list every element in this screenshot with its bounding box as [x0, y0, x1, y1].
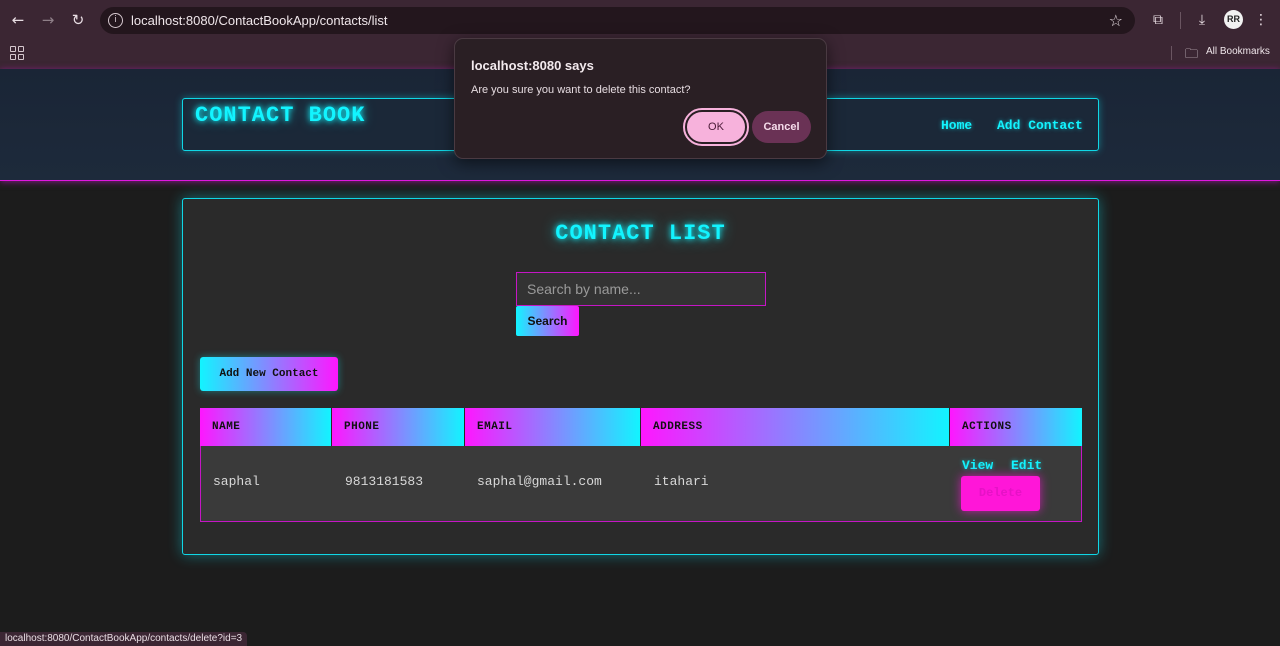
column-header-address: ADDRESS	[641, 408, 950, 446]
cell-email: saphal@gmail.com	[477, 474, 602, 489]
cell-address: itahari	[654, 474, 709, 489]
view-contact-link[interactable]: View	[962, 458, 993, 473]
back-icon[interactable]: ←	[9, 11, 27, 29]
edit-contact-link[interactable]: Edit	[1011, 458, 1042, 473]
apps-grid-icon[interactable]	[10, 46, 24, 60]
folder-icon: 🗀	[1185, 47, 1199, 62]
address-bar[interactable]: i localhost:8080/ContactBookApp/contacts…	[100, 7, 1135, 34]
status-bar-url: localhost:8080/ContactBookApp/contacts/d…	[0, 632, 248, 646]
download-icon[interactable]: ⤓	[1193, 11, 1211, 29]
dialog-title: localhost:8080 says	[471, 58, 594, 73]
forward-icon[interactable]: →	[39, 11, 57, 29]
contacts-table: NAME PHONE EMAIL ADDRESS ACTIONS saphal …	[200, 408, 1082, 522]
menu-kebab-icon[interactable]: ⋮	[1252, 11, 1270, 29]
profile-avatar[interactable]: RR	[1224, 10, 1243, 29]
cell-name: saphal	[213, 474, 260, 489]
dialog-cancel-button[interactable]: Cancel	[752, 111, 811, 143]
site-info-icon[interactable]: i	[108, 13, 123, 28]
contact-list-card: CONTACT LIST Search Add New Contact NAME…	[182, 198, 1099, 555]
column-header-email: EMAIL	[465, 408, 641, 446]
dialog-message: Are you sure you want to delete this con…	[471, 84, 691, 96]
nav-home-link[interactable]: Home	[941, 118, 972, 133]
page-title: CONTACT LIST	[555, 221, 726, 246]
reload-icon[interactable]: ↻	[69, 11, 87, 29]
table-header: NAME PHONE EMAIL ADDRESS ACTIONS	[200, 408, 1082, 446]
toolbar-divider	[1180, 12, 1181, 29]
extensions-icon[interactable]: ⧉	[1149, 11, 1167, 29]
add-new-contact-button[interactable]: Add New Contact	[200, 357, 338, 391]
bookmarks-divider	[1171, 46, 1172, 60]
table-row: saphal 9813181583 saphal@gmail.com itaha…	[200, 446, 1082, 522]
dialog-ok-button[interactable]: OK	[683, 108, 749, 146]
address-url[interactable]: localhost:8080/ContactBookApp/contacts/l…	[131, 13, 388, 28]
column-header-phone: PHONE	[332, 408, 465, 446]
confirm-dialog: localhost:8080 says Are you sure you wan…	[454, 38, 827, 159]
search-button[interactable]: Search	[516, 306, 579, 336]
search-input[interactable]	[516, 272, 766, 306]
bookmark-star-icon[interactable]: ☆	[1109, 11, 1123, 30]
column-header-actions: ACTIONS	[950, 408, 1082, 446]
cell-phone: 9813181583	[345, 474, 424, 489]
brand-title[interactable]: CONTACT BOOK	[195, 103, 365, 128]
browser-toolbar: ← → ↻ i localhost:8080/ContactBookApp/co…	[0, 0, 1280, 41]
column-header-name: NAME	[200, 408, 332, 446]
delete-contact-button[interactable]: Delete	[961, 476, 1040, 511]
nav-add-contact-link[interactable]: Add Contact	[997, 118, 1083, 133]
all-bookmarks-link[interactable]: All Bookmarks	[1206, 46, 1270, 57]
